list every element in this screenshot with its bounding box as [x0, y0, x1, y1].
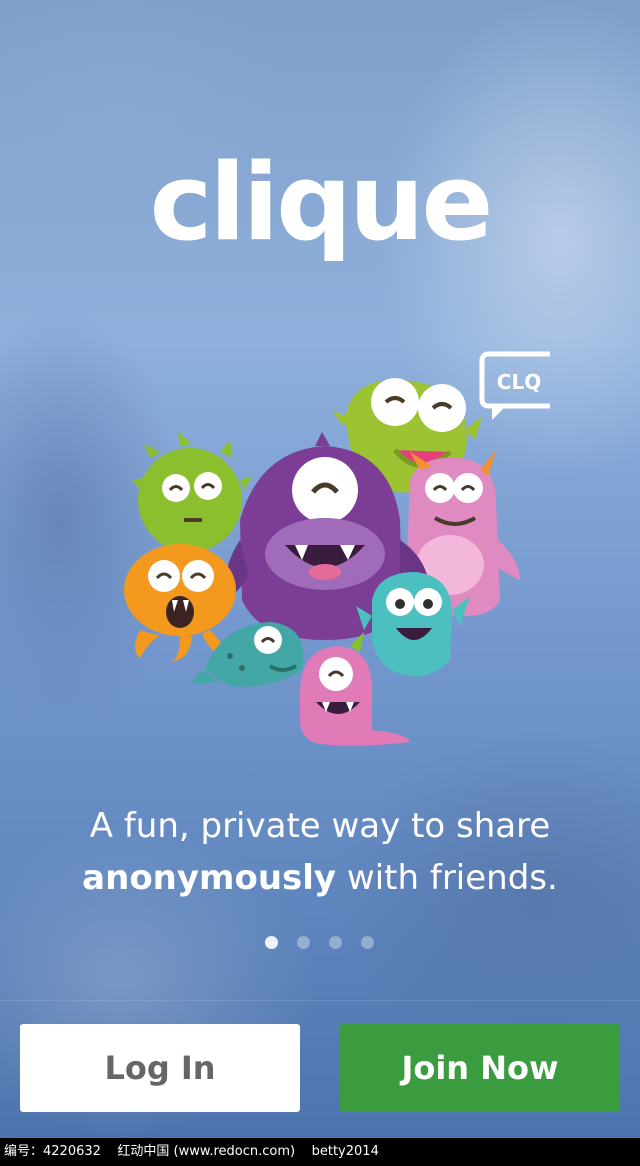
divider [0, 1000, 640, 1001]
tagline: A fun, private way to share anonymously … [0, 800, 640, 904]
speech-bubble-icon: CLQ [479, 351, 550, 420]
login-button[interactable]: Log In [20, 1024, 300, 1112]
page-dot-4[interactable] [361, 936, 374, 949]
orange-monster-icon [124, 544, 236, 662]
page-dot-3[interactable] [329, 936, 342, 949]
page-dot-2[interactable] [297, 936, 310, 949]
app-logo: clique [149, 141, 494, 264]
tagline-line-2: anonymously with friends. [0, 852, 640, 904]
tagline-bold-word: anonymously [82, 858, 337, 898]
watermark-footer: 编号：4220632 红动中国 (www.redocn.com) betty20… [0, 1138, 640, 1166]
join-now-button[interactable]: Join Now [340, 1024, 620, 1112]
page-dot-1[interactable] [265, 936, 278, 949]
monster-group-illustration: CLQ [124, 351, 550, 746]
speech-bubble-text: CLQ [497, 370, 541, 394]
tagline-line-2-rest: with friends. [336, 858, 558, 898]
page-indicator [265, 933, 385, 953]
tagline-line-1: A fun, private way to share [89, 806, 551, 846]
green-fuzzy-monster-icon [132, 432, 252, 552]
